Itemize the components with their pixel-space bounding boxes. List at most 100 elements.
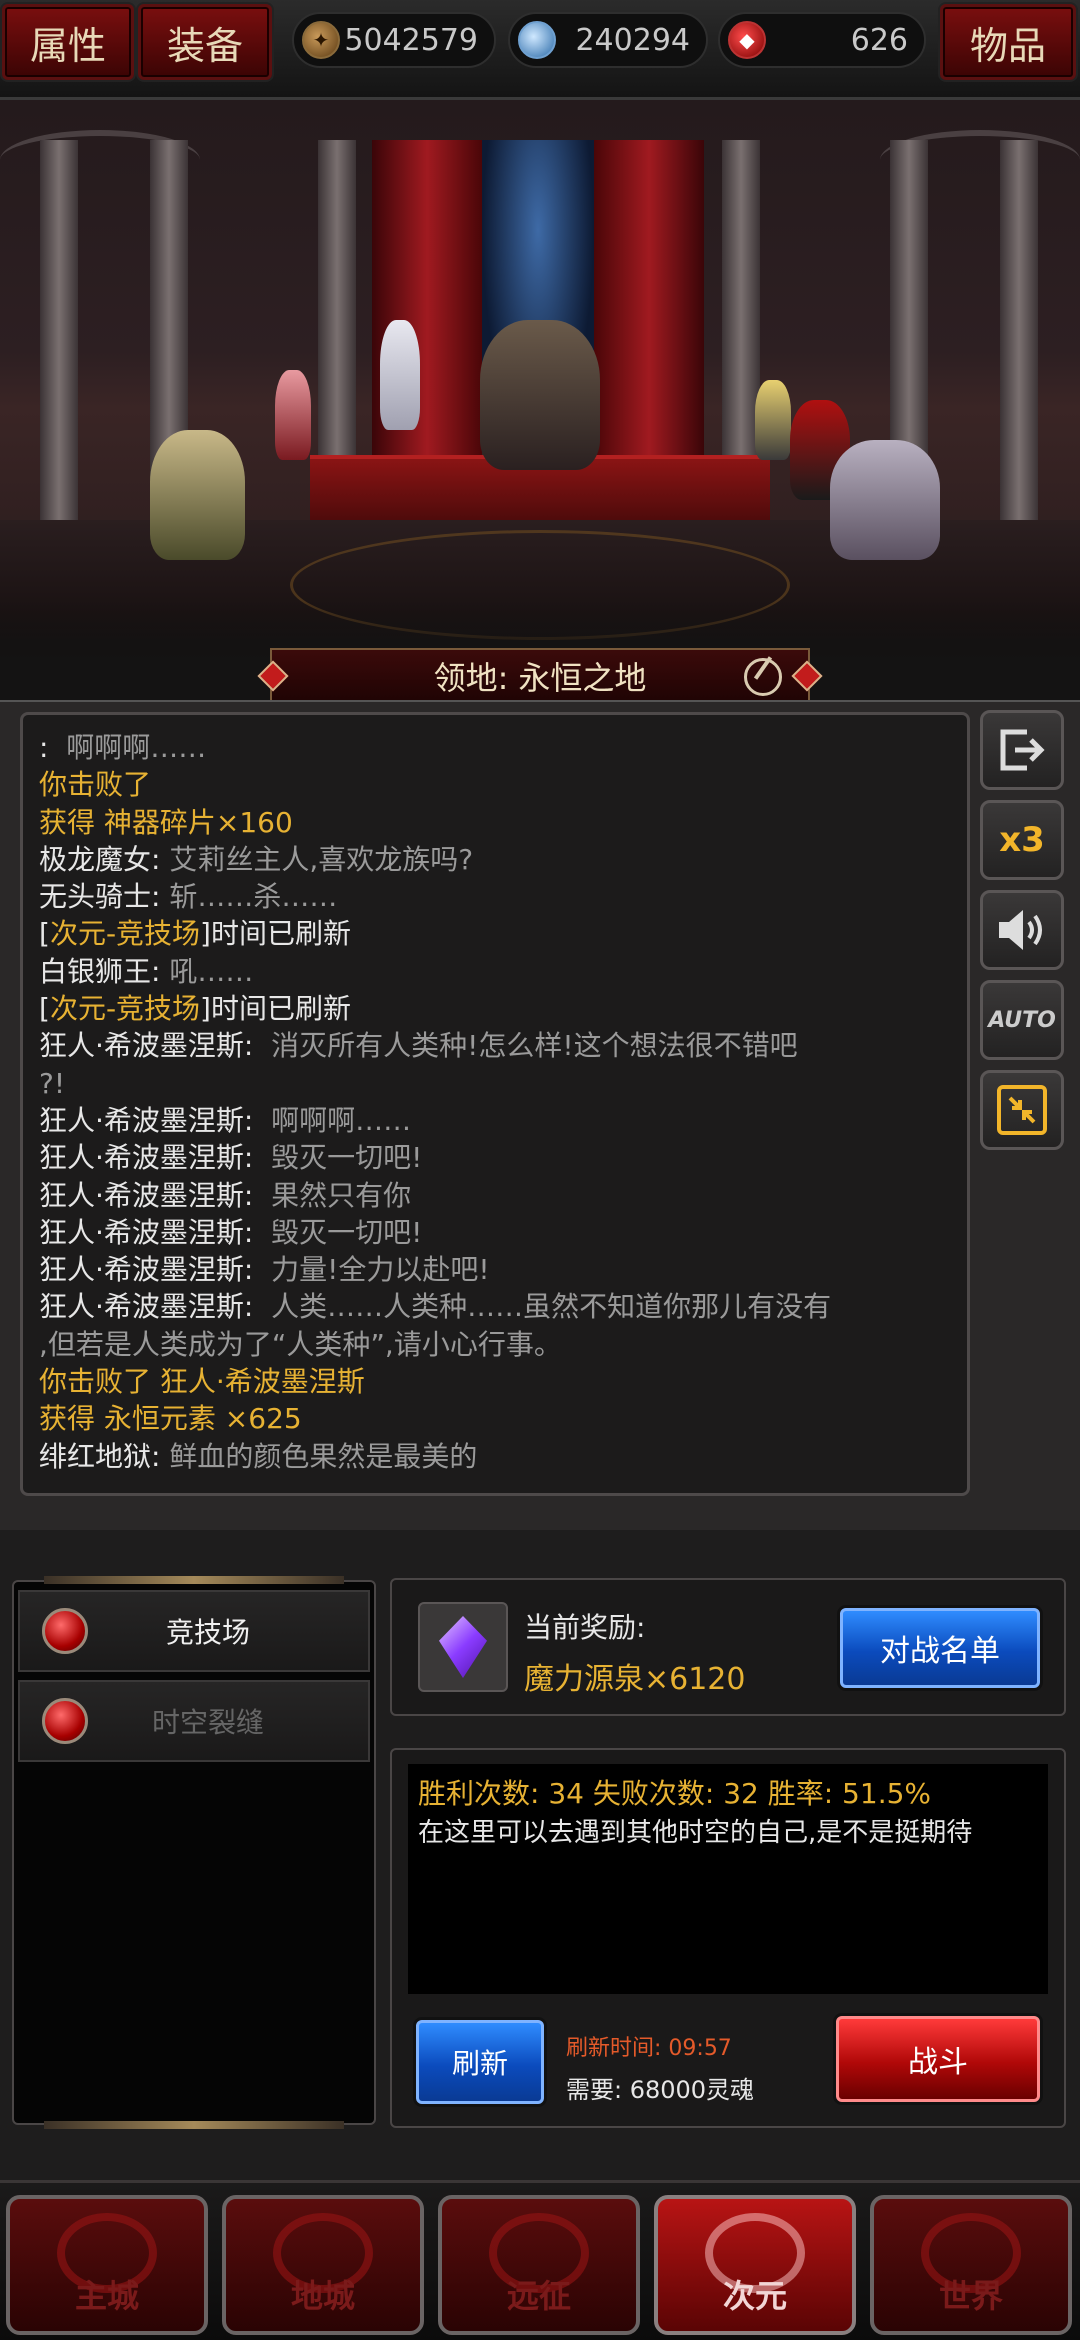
log-line: 狂人·希波墨涅斯: 力量!全力以赴吧! (39, 1251, 951, 1288)
log-line: 狂人·希波墨涅斯: 人类……人类种……虽然不知道你那儿有没有 (39, 1288, 951, 1325)
log-line: : 啊啊啊…… (39, 729, 951, 766)
reward-value: 魔力源泉×6120 (524, 1662, 746, 1697)
fullscreen-button[interactable] (980, 1070, 1064, 1150)
exit-button[interactable] (980, 710, 1064, 790)
diamond-ornament-icon (257, 660, 289, 692)
log-line: ?! (39, 1065, 951, 1102)
log-line: [次元-竞技场]时间已刷新 (39, 990, 951, 1027)
stats-box: 胜利次数: 34 失败次数: 32 胜率: 51.5% 在这里可以去遇到其他时空… (408, 1764, 1048, 1994)
log-text: 斩……杀…… (169, 880, 338, 914)
log-text: 获得 永恒元素 ×625 (39, 1402, 302, 1436)
log-text: 狂人·希波墨涅斯: (39, 1215, 272, 1249)
gold-value: 5042579 (344, 22, 478, 58)
menu-item-arena[interactable]: 竞技场 (18, 1590, 370, 1672)
log-text: 你击败了 狂人·希波墨涅斯 (39, 1365, 365, 1399)
exit-icon (1000, 729, 1045, 771)
log-text: 狂人·希波墨涅斯: (39, 1141, 272, 1175)
battle-scene (0, 100, 1080, 660)
log-text: 狂人·希波墨涅斯: (39, 1103, 272, 1137)
log-text: 狂人·希波墨涅斯: (39, 1253, 272, 1287)
log-text: ]时间已刷新 (200, 917, 351, 951)
log-line: 无头骑士: 斩……杀…… (39, 878, 951, 915)
log-line: 狂人·希波墨涅斯: 啊啊啊…… (39, 1102, 951, 1139)
pillar (1000, 140, 1038, 520)
territory-banner: 领地: 永恒之地 (257, 648, 823, 704)
log-text: 极龙魔女: (39, 842, 170, 876)
territory-name: 永恒之地 (518, 659, 647, 697)
battle-log[interactable]: : 啊啊啊…… 你击败了 获得 神器碎片×160 极龙魔女: 艾莉丝主人,喜欢龙族吗?… (20, 712, 970, 1496)
edit-icon[interactable] (744, 658, 782, 696)
menu-item-label: 竞技场 (165, 1616, 250, 1649)
nav-main-city[interactable]: 主城 (6, 2195, 208, 2335)
log-line: 狂人·希波墨涅斯: 消灭所有人类种!怎么样!这个想法很不错吧 (39, 1027, 951, 1064)
fight-button[interactable]: 战斗 (836, 2016, 1040, 2102)
log-text: 狂人·希波墨涅斯: (39, 1178, 272, 1212)
log-line: 极龙魔女: 艾莉丝主人,喜欢龙族吗? (39, 841, 951, 878)
diamond-ornament-icon (791, 660, 823, 692)
log-text: 人类……人类种……虽然不知道你那儿有没有 (271, 1290, 832, 1324)
log-text: ,但若是人类成为了“人类种”,请小心行事。 (39, 1327, 562, 1361)
speed-button[interactable]: x3 (980, 800, 1064, 880)
log-text: 获得 神器碎片×160 (39, 805, 293, 839)
log-text: 你击败了 (39, 768, 152, 802)
arena-stats-panel: 胜利次数: 34 失败次数: 32 胜率: 51.5% 在这里可以去遇到其他时空… (390, 1748, 1066, 2128)
log-line: 白银狮王: 吼…… (39, 953, 951, 990)
log-text: 啊啊啊…… (271, 1103, 412, 1137)
attributes-button[interactable]: 属性 (2, 4, 134, 80)
menu-item-rift[interactable]: 时空裂缝 (18, 1680, 370, 1762)
log-text: 狂人·希波墨涅斯: (39, 1029, 272, 1063)
log-text: 艾莉丝主人,喜欢龙族吗? (169, 842, 474, 876)
log-line: 获得 神器碎片×160 (39, 804, 951, 841)
nav-dimension[interactable]: 次元 (654, 2195, 856, 2335)
refresh-time-label: 刷新时间: (566, 2036, 669, 2061)
items-button[interactable]: 物品 (940, 4, 1076, 80)
sound-button[interactable] (980, 890, 1064, 970)
log-line: 你击败了 (39, 766, 951, 803)
equipment-button[interactable]: 装备 (138, 4, 272, 80)
enemy-character (830, 440, 940, 560)
log-text: [ (39, 992, 50, 1026)
refresh-button[interactable]: 刷新 (416, 2020, 544, 2104)
log-text: ]时间已刷新 (200, 992, 351, 1026)
red-orb-icon (42, 1608, 88, 1654)
roster-button[interactable]: 对战名单 (840, 1608, 1040, 1688)
reward-label: 当前奖励: (524, 1611, 646, 1644)
log-text: 白银狮王: (39, 954, 170, 988)
nav-label: 世界 (938, 2277, 1003, 2315)
log-text: 力量!全力以赴吧! (271, 1253, 490, 1287)
pillar (40, 140, 78, 520)
ally-character (150, 430, 245, 560)
log-text: 啊啊啊…… (66, 731, 207, 764)
win-loss-stats: 胜利次数: 34 失败次数: 32 胜率: 51.5% (418, 1777, 932, 1810)
enemy-character (755, 380, 791, 460)
log-line: [次元-竞技场]时间已刷新 (39, 915, 951, 952)
log-line: 狂人·希波墨涅斯: 果然只有你 (39, 1177, 951, 1214)
reward-item[interactable] (418, 1602, 508, 1692)
soul-counter: ◆ 626 (718, 12, 926, 68)
log-text: 次元-竞技场 (49, 917, 201, 951)
log-text: 狂人·希波墨涅斯: (39, 1290, 272, 1324)
log-line: 狂人·希波墨涅斯: 毁灭一切吧! (39, 1139, 951, 1176)
auto-button[interactable]: AUTO (980, 980, 1064, 1060)
soul-icon: ◆ (728, 21, 766, 59)
ally-character (275, 370, 311, 460)
log-text: 吼…… (169, 954, 254, 988)
log-line: 狂人·希波墨涅斯: 毁灭一切吧! (39, 1214, 951, 1251)
mode-menu: 竞技场 时空裂缝 (12, 1576, 376, 2129)
collapse-icon (997, 1085, 1047, 1135)
log-text: 鲜血的颜色果然是最美的 (169, 1439, 478, 1473)
speaker-icon (999, 910, 1042, 950)
gem-value: 240294 (575, 22, 690, 58)
log-text: ?! (39, 1066, 66, 1100)
arena-description: 在这里可以去遇到其他时空的自己,是不是挺期待 (418, 1818, 973, 1848)
nav-label: 地城 (290, 2277, 355, 2315)
nav-expedition[interactable]: 远征 (438, 2195, 640, 2335)
log-text: 消灭所有人类种!怎么样!这个想法很不错吧 (271, 1029, 798, 1063)
nav-world[interactable]: 世界 (870, 2195, 1072, 2335)
nav-dungeon[interactable]: 地城 (222, 2195, 424, 2335)
log-line: 获得 永恒元素 ×625 (39, 1400, 951, 1437)
gem-icon (518, 21, 556, 59)
gold-counter: ✦ 5042579 (292, 12, 496, 68)
refresh-cost: 需要: 68000灵魂 (566, 2076, 755, 2104)
reward-panel: 当前奖励: 魔力源泉×6120 对战名单 (390, 1578, 1066, 1716)
